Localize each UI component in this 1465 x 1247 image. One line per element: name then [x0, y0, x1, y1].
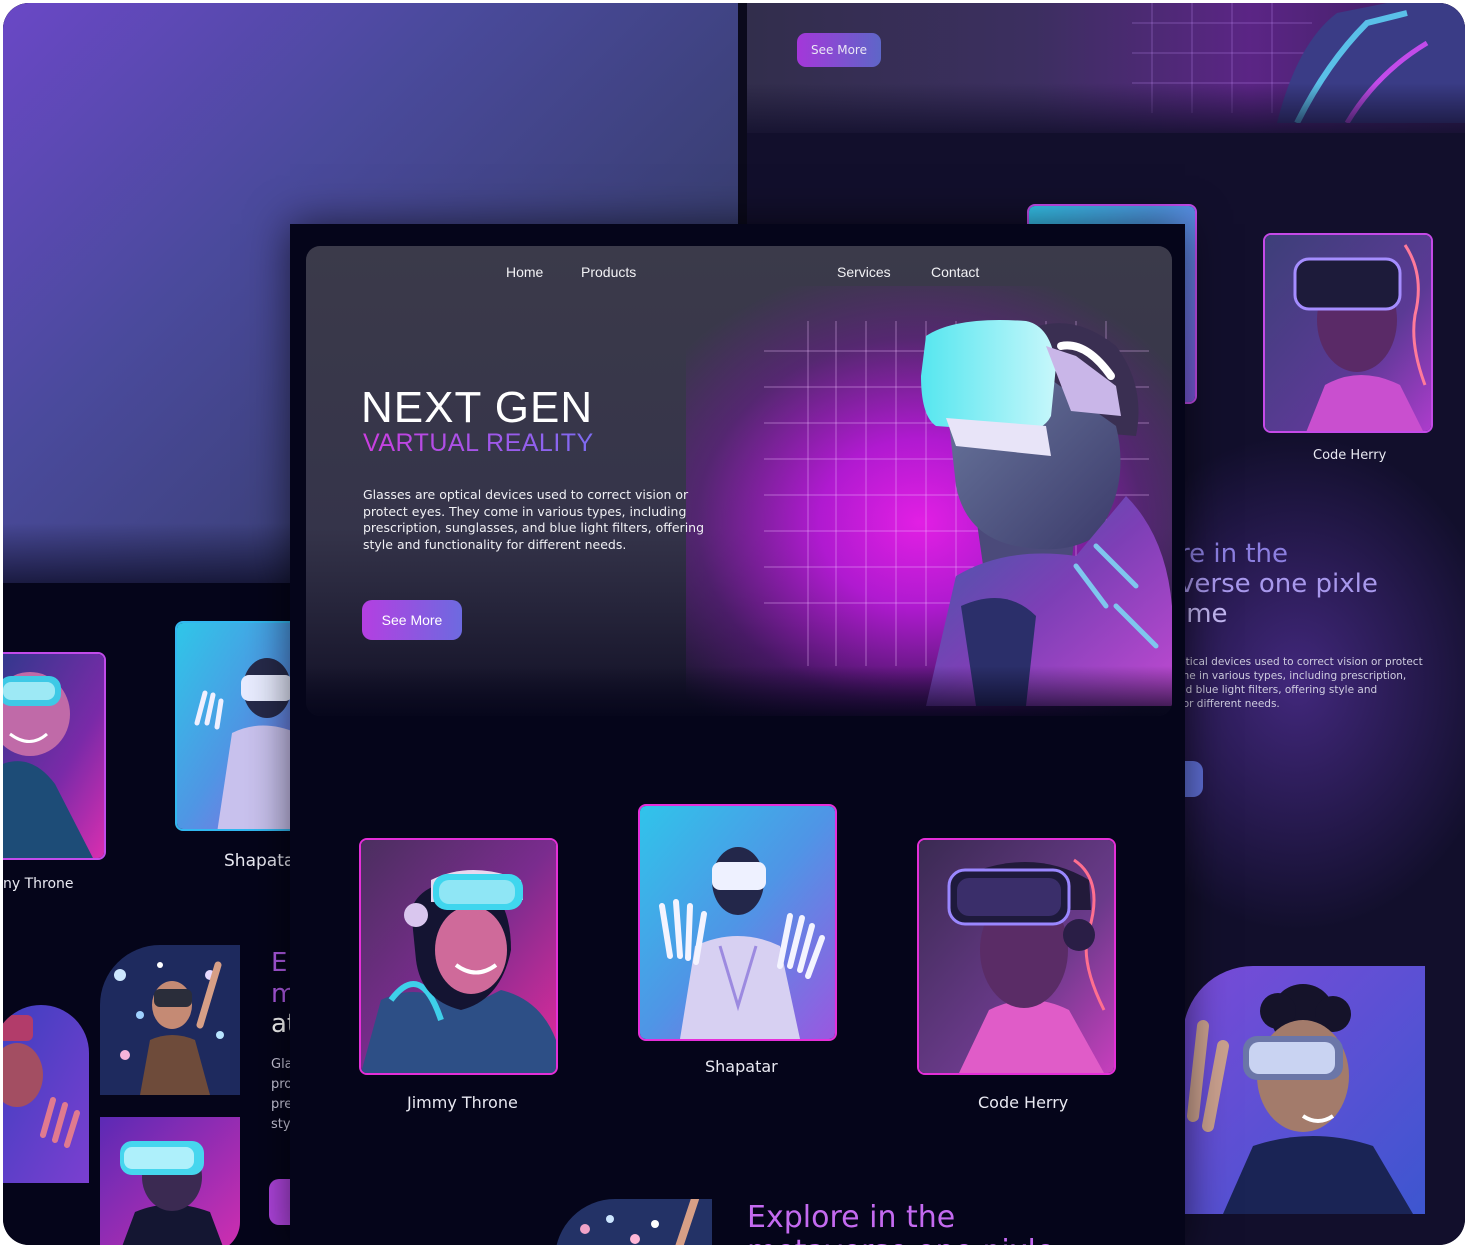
right-see-more-button[interactable]: See More	[797, 33, 881, 67]
card-jimmy-throne-name: Jimmy Throne	[407, 1093, 518, 1112]
right-desc-line4: for different needs.	[1179, 698, 1280, 710]
main-mockup: Home Products Services Contact NEXT GEN …	[290, 224, 1185, 1245]
card-code-herry-name: Code Herry	[978, 1093, 1069, 1112]
explore-heading-2: metaverse one pixle	[747, 1234, 1054, 1245]
hero-subtitle: VARTUAL REALITY	[363, 429, 594, 457]
right-desc-line1: ptical devices used to correct vision or…	[1179, 656, 1423, 668]
right-card-code-herry[interactable]	[1263, 233, 1433, 433]
right-desc-line2: me in various types, including prescript…	[1179, 670, 1407, 682]
nav-contact[interactable]: Contact	[931, 264, 979, 280]
hero-see-more-button[interactable]: See More	[362, 600, 462, 640]
left-square-image	[100, 1117, 240, 1245]
right-heading-line1: re in the	[1179, 539, 1289, 569]
nav-home[interactable]: Home	[506, 264, 543, 280]
canvas: ny Throne Shapata E m at Gla pro pre sty…	[3, 3, 1465, 1245]
hero-vr-person-image	[921, 320, 1172, 706]
nav-products[interactable]: Products	[581, 264, 636, 280]
explore-heading: Explore in the	[747, 1200, 956, 1235]
nav-services[interactable]: Services	[837, 264, 891, 280]
left-arch-image	[3, 1005, 89, 1183]
left-heading-line1: E	[271, 948, 288, 978]
right-card-code-herry-name: Code Herry	[1313, 448, 1387, 463]
explore-image	[555, 1199, 712, 1245]
right-heading-line3: ime	[1179, 599, 1228, 629]
left-card-jimmy-name: ny Throne	[3, 876, 74, 892]
right-desc-line3: nd blue light filters, offering style an…	[1179, 684, 1378, 696]
left-desc-line4: sty	[271, 1117, 291, 1132]
card-jimmy-throne[interactable]	[359, 838, 558, 1075]
hero-section: Home Products Services Contact NEXT GEN …	[306, 246, 1172, 716]
card-shapatar-name: Shapatar	[705, 1057, 778, 1076]
card-code-herry[interactable]	[917, 838, 1116, 1075]
left-card-shapatar-name: Shapata	[224, 851, 295, 871]
left-card-jimmy[interactable]	[3, 652, 106, 860]
right-arch-image	[1183, 966, 1425, 1214]
card-shapatar[interactable]	[638, 804, 837, 1041]
left-card-shapatar[interactable]	[175, 621, 305, 831]
hero-description: Glasses are optical devices used to corr…	[363, 487, 705, 552]
hero-title: NEXT GEN	[361, 383, 594, 432]
left-rounded-image	[100, 945, 240, 1095]
right-heading-line2: verse one pixle	[1179, 569, 1378, 599]
